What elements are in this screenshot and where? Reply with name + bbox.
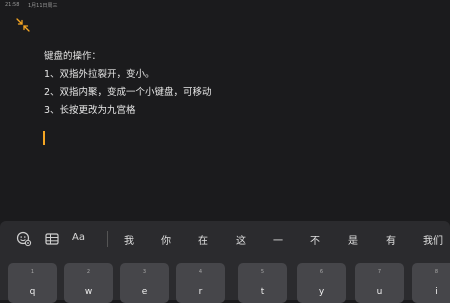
candidate-word[interactable]: 这 — [236, 232, 246, 247]
candidate-word[interactable]: 一 — [273, 232, 283, 247]
text-caret — [43, 131, 45, 145]
candidate-word[interactable]: 有 — [386, 232, 396, 247]
key-e[interactable]: 3 e — [120, 263, 169, 303]
candidate-word[interactable]: 你 — [161, 232, 171, 247]
note-line: 2、双指内聚，变成一个小键盘，可移动 — [44, 87, 212, 98]
note-line: 3、长按更改为九宫格 — [44, 105, 136, 116]
key-letter: w — [84, 287, 93, 297]
key-letter: y — [318, 287, 325, 297]
collapse-icon[interactable] — [15, 17, 31, 33]
key-number: 3 — [142, 269, 147, 275]
toolbar-divider — [107, 231, 108, 247]
key-w[interactable]: 2 w — [64, 263, 113, 303]
key-number: 1 — [30, 269, 35, 275]
key-number: 8 — [434, 269, 439, 275]
key-i[interactable]: 8 i — [412, 263, 450, 303]
font-style-button[interactable]: Aa — [72, 232, 85, 243]
key-letter: i — [435, 287, 438, 297]
keyboard: Aa 我 你 在 这 一 不 是 有 我们 1 q 2 w 3 e 4 r 5 … — [0, 221, 450, 303]
key-number: 2 — [86, 269, 91, 275]
note-line: 键盘的操作： — [44, 51, 102, 62]
table-icon[interactable] — [44, 231, 60, 247]
candidate-word[interactable]: 我 — [124, 232, 134, 247]
key-letter: e — [141, 287, 148, 297]
key-q[interactable]: 1 q — [8, 263, 57, 303]
key-r[interactable]: 4 r — [176, 263, 225, 303]
status-bar: 21:58 1月11日周三 — [0, 0, 450, 12]
candidate-word[interactable]: 在 — [198, 232, 208, 247]
keyboard-toolbar: Aa 我 你 在 这 一 不 是 有 我们 — [0, 221, 450, 257]
candidate-word[interactable]: 是 — [348, 232, 358, 247]
note-body[interactable]: 键盘的操作： 1、双指外拉裂开，变小。 2、双指内聚，变成一个小键盘，可移动 3… — [44, 48, 212, 120]
key-letter: q — [29, 287, 36, 297]
note-line: 1、双指外拉裂开，变小。 — [44, 69, 155, 80]
emoji-settings-icon[interactable] — [16, 231, 32, 247]
candidate-word[interactable]: 我们 — [423, 232, 443, 247]
status-time: 21:58 — [5, 2, 20, 8]
key-t[interactable]: 5 t — [238, 263, 287, 303]
key-number: 4 — [198, 269, 203, 275]
key-letter: t — [260, 287, 265, 297]
key-number: 7 — [377, 269, 382, 275]
candidate-word[interactable]: 不 — [310, 232, 320, 247]
key-letter: u — [376, 287, 383, 297]
key-y[interactable]: 6 y — [297, 263, 346, 303]
status-date: 1月11日周三 — [28, 3, 58, 9]
key-u[interactable]: 7 u — [355, 263, 404, 303]
key-number: 5 — [260, 269, 265, 275]
key-number: 6 — [319, 269, 324, 275]
key-letter: r — [198, 287, 203, 297]
